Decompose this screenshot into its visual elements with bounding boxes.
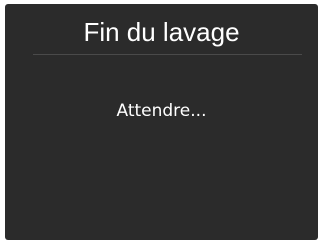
screen-title: Fin du lavage <box>83 17 240 47</box>
title-divider <box>33 54 302 55</box>
display-panel: Fin du lavage Attendre... <box>5 4 318 240</box>
status-message: Attendre... <box>116 101 207 121</box>
